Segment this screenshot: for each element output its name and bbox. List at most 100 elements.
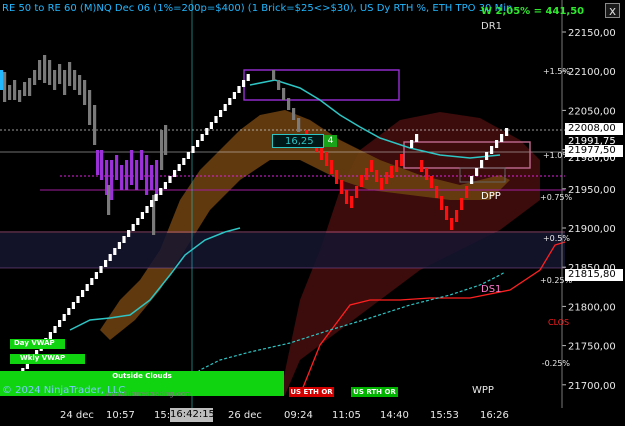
renko-brick xyxy=(85,284,89,291)
renko-brick xyxy=(282,88,286,100)
renko-brick xyxy=(155,160,159,195)
renko-brick xyxy=(48,60,52,85)
time-label: 10:57 xyxy=(106,410,135,421)
renko-brick xyxy=(8,85,12,100)
renko-brick xyxy=(125,160,129,190)
price-tick-label: 21750,00 xyxy=(568,342,616,353)
renko-brick xyxy=(209,122,213,129)
brick-counter-badge: 4 xyxy=(324,135,337,147)
day-vwap-label: Day VWAP xyxy=(10,339,65,349)
renko-brick xyxy=(375,170,379,182)
renko-brick xyxy=(214,116,218,123)
renko-brick xyxy=(400,154,404,166)
close-button[interactable]: x xyxy=(605,3,620,18)
us-eth-or-button[interactable]: US ETH OR xyxy=(289,387,334,397)
renko-brick xyxy=(23,82,27,96)
time-label: 16:26 xyxy=(480,410,509,421)
renko-brick xyxy=(145,206,149,213)
pct-label: -0.25% xyxy=(541,359,570,368)
renko-brick xyxy=(58,320,62,327)
renko-brick xyxy=(232,92,236,99)
renko-brick xyxy=(96,150,100,175)
renko-brick xyxy=(68,62,72,86)
renko-brick xyxy=(150,165,154,190)
renko-brick xyxy=(33,70,37,85)
renko-brick xyxy=(135,160,139,190)
ds1-label: DS1 xyxy=(481,284,502,295)
renko-brick xyxy=(287,98,291,110)
time-label: 09:24 xyxy=(284,410,313,421)
renko-brick xyxy=(395,160,399,172)
renko-brick xyxy=(415,134,419,142)
renko-brick xyxy=(110,160,114,200)
renko-brick xyxy=(3,72,7,102)
renko-brick xyxy=(43,55,47,83)
renko-brick xyxy=(360,175,364,187)
renko-brick xyxy=(223,104,227,111)
renko-brick xyxy=(140,150,144,180)
value-area-band xyxy=(0,233,565,268)
renko-brick xyxy=(480,160,484,168)
renko-brick xyxy=(58,64,62,84)
renko-brick xyxy=(365,168,369,180)
renko-brick xyxy=(163,182,167,189)
renko-brick xyxy=(292,108,296,120)
renko-brick xyxy=(445,206,449,220)
renko-brick xyxy=(505,128,509,136)
pct-label: +0.75% xyxy=(540,193,573,202)
price-tick-label: 21900,00 xyxy=(568,224,616,235)
renko-brick xyxy=(330,160,334,174)
renko-brick xyxy=(335,170,339,184)
renko-chart[interactable]: 22150,0022100,0022050,0022000,0021950,00… xyxy=(0,0,625,426)
renko-brick xyxy=(177,164,181,171)
renko-brick xyxy=(168,176,172,183)
time-label: 14:40 xyxy=(380,410,409,421)
renko-brick xyxy=(81,290,85,297)
renko-brick xyxy=(325,152,329,166)
renko-brick xyxy=(191,146,195,153)
time-label: 15:53 xyxy=(430,410,459,421)
renko-brick xyxy=(140,212,144,219)
renko-brick xyxy=(435,186,439,198)
renko-brick xyxy=(13,80,17,100)
price-box-d: 21815,80 xyxy=(565,269,623,281)
renko-brick xyxy=(38,60,42,80)
zone-box-purple xyxy=(243,69,400,101)
renko-brick xyxy=(277,80,281,90)
renko-brick xyxy=(100,150,104,180)
renko-brick xyxy=(355,186,359,198)
renko-brick xyxy=(122,236,126,243)
renko-brick xyxy=(196,140,200,147)
renko-brick xyxy=(63,70,67,95)
time-label: 26 dec xyxy=(228,410,262,421)
renko-brick xyxy=(385,172,389,184)
renko-brick xyxy=(94,272,98,279)
price-tick-label: 22050,00 xyxy=(568,106,616,117)
renko-brick xyxy=(465,186,469,198)
renko-brick xyxy=(88,90,92,125)
pct-label: +0.5% xyxy=(542,234,570,243)
renko-brick xyxy=(475,168,479,176)
renko-brick xyxy=(117,242,121,249)
renko-brick xyxy=(127,230,131,237)
renko-brick xyxy=(67,308,71,315)
renko-brick xyxy=(219,110,223,117)
renko-brick xyxy=(228,98,232,105)
price-axis: 22150,0022100,0022050,0022000,0021950,00… xyxy=(561,0,616,408)
renko-brick xyxy=(83,80,87,105)
renko-brick xyxy=(470,176,474,184)
price-tick-label: 22100,00 xyxy=(568,67,616,78)
renko-brick xyxy=(62,314,66,321)
renko-brick xyxy=(48,332,52,339)
renko-brick xyxy=(205,128,209,135)
renko-brick xyxy=(78,75,82,95)
price-tick-label: 21800,00 xyxy=(568,302,616,313)
watermark-text: www.futurestrading.com xyxy=(105,390,191,398)
weekly-vwap-label: Wkly VWAP xyxy=(10,354,85,364)
renko-brick xyxy=(115,155,119,180)
us-rth-or-button[interactable]: US RTH OR xyxy=(351,387,398,397)
renko-brick xyxy=(186,152,190,159)
renko-brick xyxy=(159,188,163,195)
brick-counter: 16,25 xyxy=(272,134,324,148)
renko-brick xyxy=(173,170,177,177)
